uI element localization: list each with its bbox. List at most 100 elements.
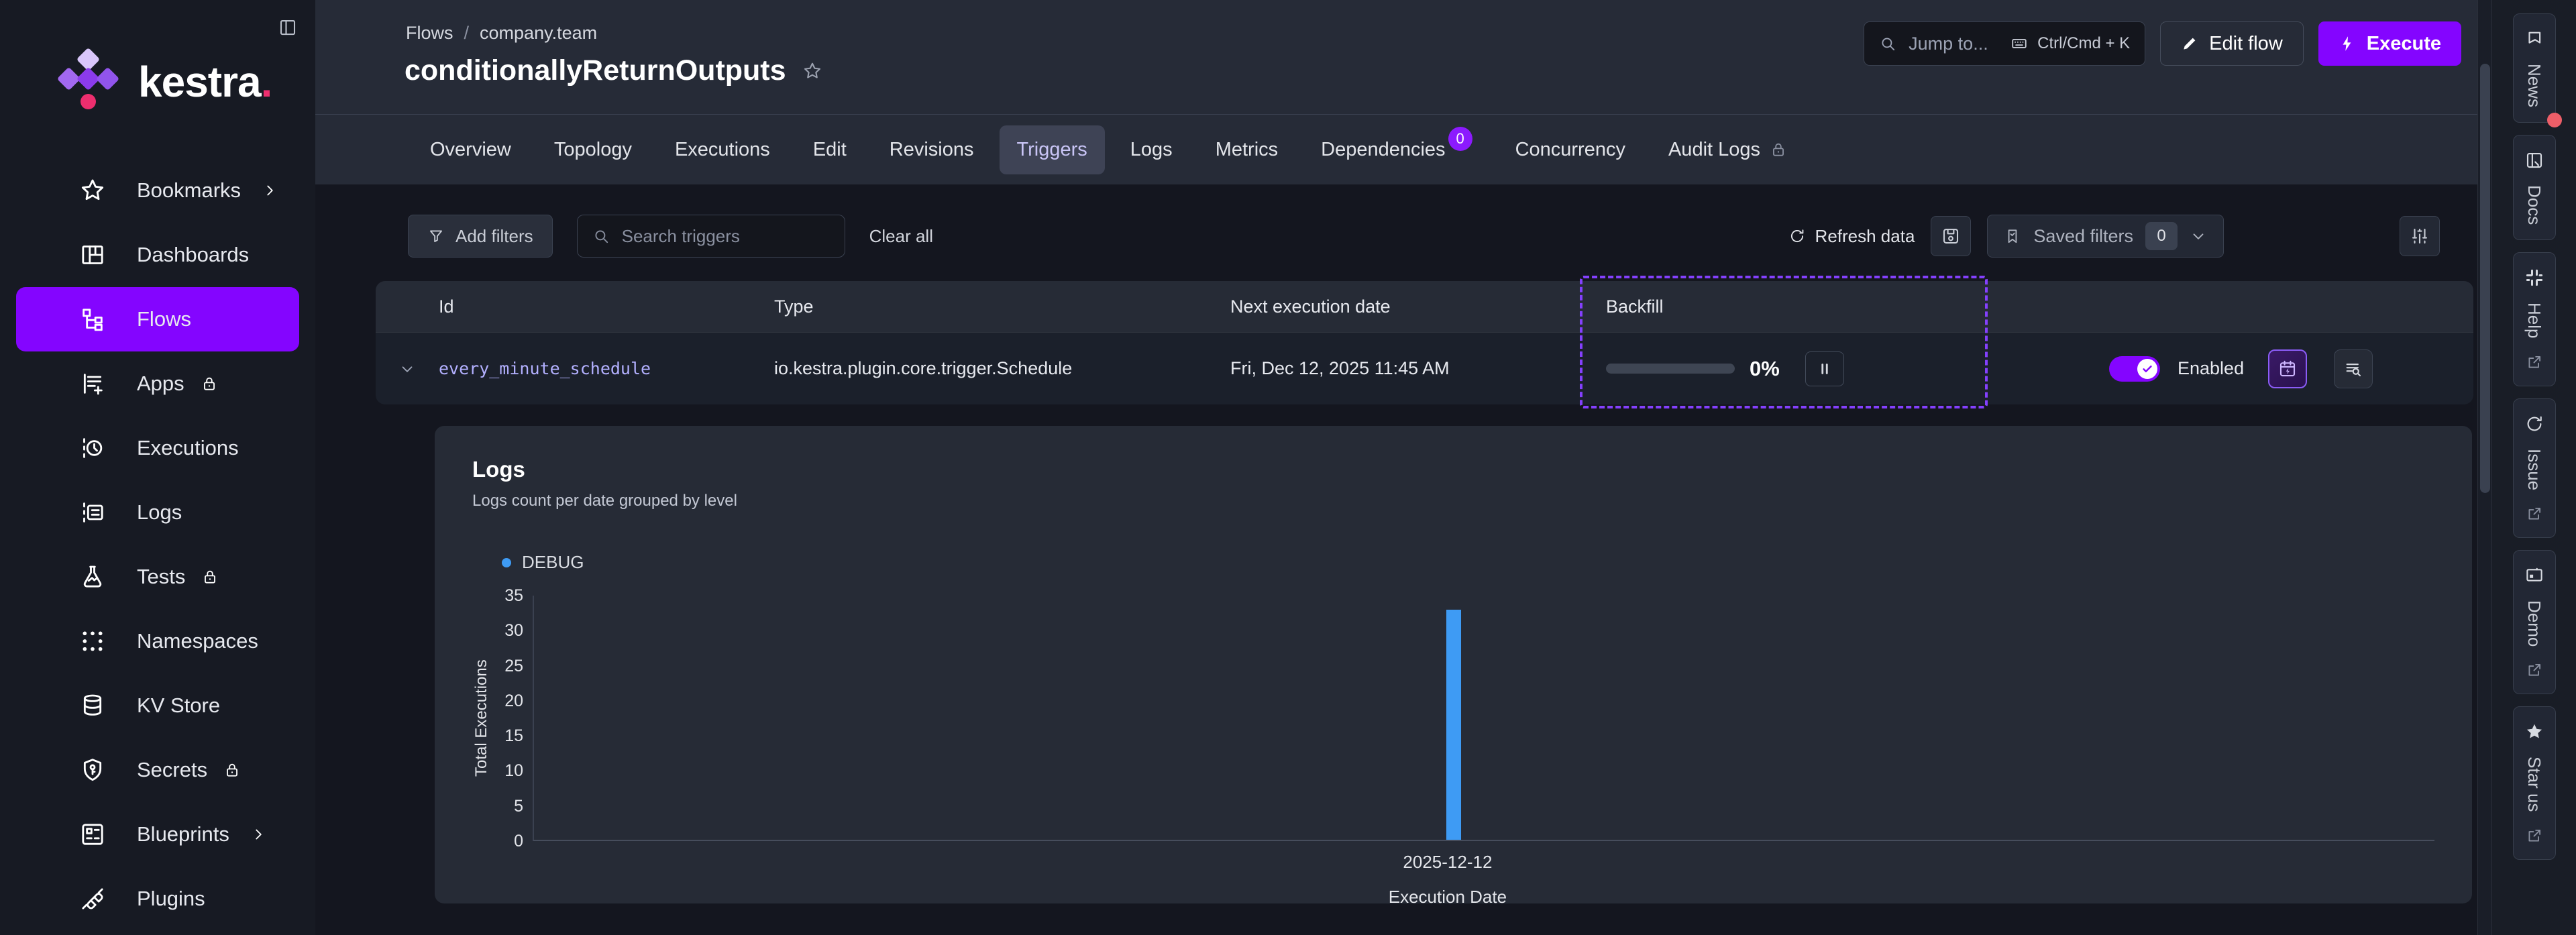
sidebar-item-apps[interactable]: Apps: [16, 351, 299, 416]
execute-button[interactable]: Execute: [2318, 21, 2461, 66]
sidebar-collapse-icon[interactable]: [278, 17, 298, 41]
tab-logs[interactable]: Logs: [1113, 125, 1190, 174]
edit-flow-button[interactable]: Edit flow: [2160, 21, 2304, 66]
lock-icon: [1770, 141, 1787, 158]
refresh-data-button[interactable]: Refresh data: [1788, 226, 1915, 247]
docs-button[interactable]: Docs: [2513, 135, 2556, 240]
search-icon: [592, 227, 610, 245]
tab-revisions[interactable]: Revisions: [872, 125, 991, 174]
external-link-icon: [2526, 505, 2543, 522]
trigger-search-box: [577, 215, 845, 258]
sidebar-item-tests[interactable]: Tests: [16, 545, 299, 609]
lock-icon: [201, 375, 218, 392]
save-icon: [1941, 226, 1961, 246]
enabled-toggle-cell: Enabled: [2012, 356, 2241, 382]
chart-bar[interactable]: [1446, 610, 1461, 840]
logs-panel-title: Logs: [472, 457, 2434, 482]
sidebar-item-secrets[interactable]: Secrets: [16, 738, 299, 802]
trigger-search-input[interactable]: [622, 226, 830, 247]
sidebar-item-logs[interactable]: Logs: [16, 480, 299, 545]
clear-all-link[interactable]: Clear all: [869, 226, 933, 247]
tab-audit-logs[interactable]: Audit Logs: [1651, 125, 1805, 174]
sidebar-item-namespaces[interactable]: Namespaces: [16, 609, 299, 673]
refresh-icon: [1788, 227, 1806, 245]
issue-button[interactable]: Issue: [2513, 398, 2556, 538]
bolt-icon: [2339, 35, 2356, 52]
backfill-progress-bar: [1606, 364, 1735, 374]
tab-executions[interactable]: Executions: [657, 125, 788, 174]
search-icon: [1879, 35, 1896, 52]
legend-dot: [502, 558, 511, 567]
jump-to-placeholder: Jump to...: [1909, 34, 1988, 54]
row-expand-chevron[interactable]: [376, 360, 423, 378]
sidebar-nav: Bookmarks Dashboards Flows Apps Executio…: [0, 158, 315, 931]
news-icon: [2524, 29, 2544, 49]
star-us-button[interactable]: Star us: [2513, 706, 2556, 859]
sidebar-item-dashboards[interactable]: Dashboards: [16, 223, 299, 287]
sidebar-item-flows[interactable]: Flows: [16, 287, 299, 351]
trigger-id-link[interactable]: every_minute_schedule: [439, 359, 651, 378]
save-view-button[interactable]: [1931, 216, 1971, 256]
demo-button[interactable]: Demo: [2513, 550, 2556, 694]
tab-metrics[interactable]: Metrics: [1198, 125, 1295, 174]
jump-to-search[interactable]: Jump to... Ctrl/Cmd + K: [1864, 21, 2145, 66]
kestra-logo-mark: [56, 47, 121, 117]
breadcrumb-flows[interactable]: Flows: [406, 23, 453, 44]
x-axis-title: Execution Date: [537, 887, 2434, 914]
column-settings-button[interactable]: [2400, 216, 2440, 256]
news-notification-dot: [2547, 113, 2562, 127]
tab-overview[interactable]: Overview: [413, 125, 529, 174]
sidebar-item-bookmarks[interactable]: Bookmarks: [16, 158, 299, 223]
keyboard-icon: [2010, 35, 2028, 52]
sliders-icon: [2410, 226, 2430, 246]
table-header-row: Id Type Next execution date Backfill: [376, 281, 2473, 332]
external-link-icon: [2526, 827, 2543, 844]
next-execution-cell: Fri, Dec 12, 2025 11:45 AM: [1214, 358, 1590, 379]
sidebar-item-blueprints[interactable]: Blueprints: [16, 802, 299, 867]
app-root: kestra. Bookmarks Dashboards Flows Apps …: [0, 0, 2576, 935]
bookmark-icon: [2004, 227, 2021, 245]
help-button[interactable]: Help: [2513, 252, 2556, 386]
breadcrumb-namespace[interactable]: company.team: [480, 23, 597, 44]
tab-concurrency[interactable]: Concurrency: [1498, 125, 1643, 174]
column-header-next-execution: Next execution date: [1214, 296, 1590, 317]
saved-filters-button[interactable]: Saved filters 0: [1987, 215, 2224, 258]
filter-bar: Add filters Clear all Refresh data Save: [408, 214, 2440, 258]
sidebar-item-plugins[interactable]: Plugins: [16, 867, 299, 931]
y-axis-ticks: 35 30 25 20 15 10 5 0: [491, 596, 533, 841]
view-trigger-logs-button[interactable]: [2334, 349, 2373, 388]
external-link-icon: [2526, 353, 2543, 371]
tab-topology[interactable]: Topology: [537, 125, 649, 174]
backfill-progress-percent: 0%: [1750, 357, 1780, 381]
chart-plot-area: [533, 596, 2434, 841]
backfill-executions-button[interactable]: [2268, 349, 2307, 388]
saved-filters-count: 0: [2145, 222, 2178, 250]
filter-bar-right: Refresh data Saved filters 0: [1788, 215, 2440, 258]
tab-edit[interactable]: Edit: [796, 125, 864, 174]
pencil-icon: [2181, 35, 2198, 52]
favorite-star-icon[interactable]: [802, 61, 822, 81]
tab-triggers[interactable]: Triggers: [1000, 125, 1105, 174]
news-button[interactable]: News: [2513, 13, 2556, 123]
column-header-type: Type: [758, 296, 1214, 317]
x-axis-ticks: 2025-12-12: [537, 841, 2434, 868]
lock-icon: [223, 761, 241, 779]
slack-icon: [2524, 268, 2544, 288]
triggers-table: Id Type Next execution date Backfill eve…: [376, 281, 2473, 404]
pause-backfill-button[interactable]: [1805, 351, 1844, 386]
scrollbar-thumb[interactable]: [2480, 64, 2490, 493]
enabled-toggle[interactable]: [2109, 356, 2160, 382]
tab-dependencies[interactable]: Dependencies0: [1303, 124, 1489, 175]
kestra-logo-text: kestra.: [138, 57, 272, 107]
add-filters-button[interactable]: Add filters: [408, 215, 553, 258]
backfill-cell: 0%: [1590, 351, 2012, 386]
chart-legend[interactable]: DEBUG: [472, 552, 2434, 573]
table-row: every_minute_schedule io.kestra.plugin.c…: [376, 332, 2473, 404]
sidebar-item-kv-store[interactable]: KV Store: [16, 673, 299, 738]
calendar-bolt-icon: [2277, 359, 2298, 379]
y-axis-title: Total Executions: [472, 596, 491, 841]
sidebar-item-executions[interactable]: Executions: [16, 416, 299, 480]
column-header-id: Id: [423, 296, 758, 317]
dependencies-badge: 0: [1448, 127, 1472, 151]
logs-panel-subtitle: Logs count per date grouped by level: [472, 492, 2434, 510]
